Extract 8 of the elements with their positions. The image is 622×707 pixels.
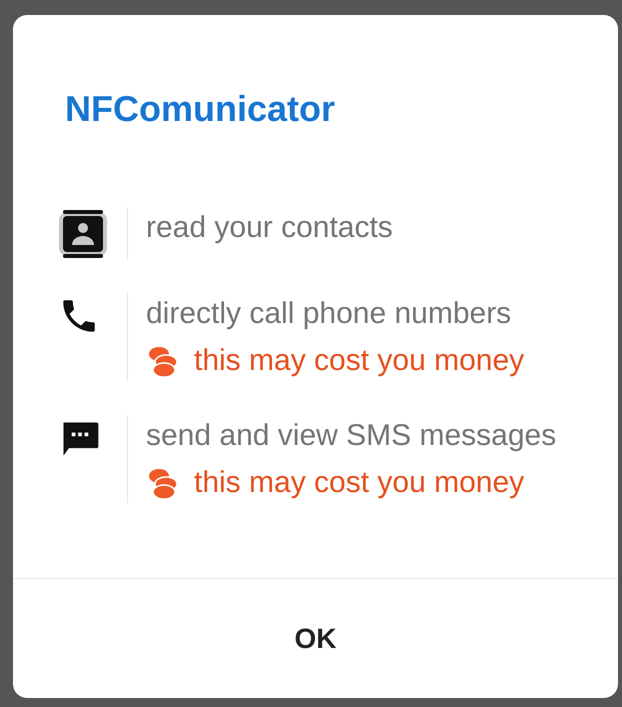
- cost-warning: this may cost you money: [194, 343, 524, 379]
- cost-warning: this may cost you money: [194, 465, 524, 501]
- permission-label: directly call phone numbers: [146, 296, 512, 332]
- ok-button[interactable]: OK: [270, 606, 360, 672]
- permission-label: send and view SMS messages: [146, 418, 558, 454]
- permission-label: read your contacts: [146, 210, 394, 246]
- contact-card-icon: [58, 209, 108, 259]
- dialog-title: NFComunicator: [65, 91, 335, 127]
